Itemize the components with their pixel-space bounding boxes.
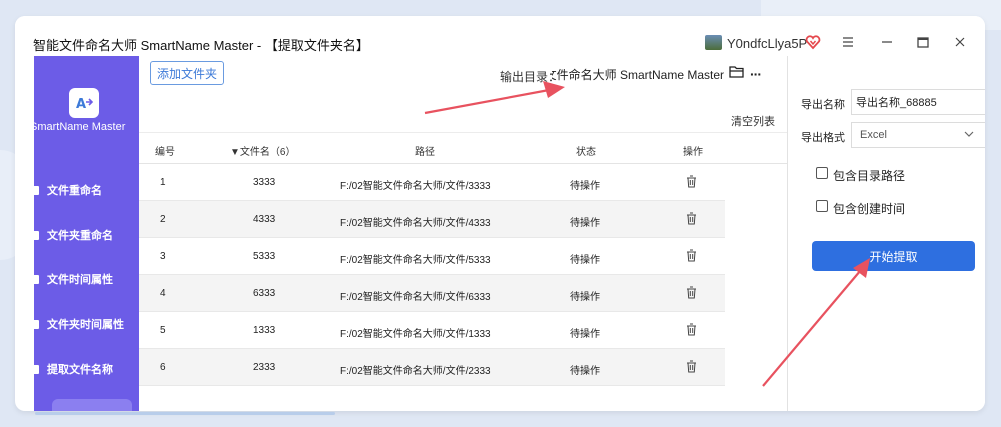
row-filename: 4333 <box>253 214 276 225</box>
user-avatar[interactable] <box>705 35 722 50</box>
row-index: 6 <box>160 362 166 373</box>
trash-icon[interactable] <box>686 323 697 336</box>
row-filename: 5333 <box>253 251 276 262</box>
row-status: 待操作 <box>570 292 600 303</box>
row-status: 待操作 <box>570 366 600 377</box>
header-status: 状态 <box>576 147 596 158</box>
row-index: 4 <box>160 288 166 299</box>
sidebar-item-folder-rename[interactable]: 文件夹重命名 <box>34 220 139 250</box>
sidebar-item-extract-name[interactable]: 提取文件名称 <box>34 354 139 384</box>
row-path: F:/02智能文件命名大师/文件/4333 <box>340 218 491 229</box>
export-settings-panel: 导出名称 导出名称_68885 导出格式 Excel 包含目录路径 包含创建时间… <box>787 56 985 411</box>
trash-icon[interactable] <box>686 286 697 299</box>
table-row[interactable]: 6 2333 F:/02智能文件命名大师/文件/2333 待操作 <box>139 349 725 386</box>
file-icon <box>34 185 39 195</box>
row-status: 待操作 <box>570 218 600 229</box>
title-bar: 智能文件命名大师 SmartName Master - 【提取文件夹名】 Y0n… <box>15 16 985 56</box>
row-path: F:/02智能文件命名大师/文件/3333 <box>340 181 491 192</box>
trash-icon[interactable] <box>686 212 697 225</box>
app-logo-icon: A <box>69 88 99 118</box>
export-name-value: 导出名称_68885 <box>856 97 937 109</box>
user-name[interactable]: Y0ndfcLlya5P <box>727 36 807 51</box>
header-action: 操作 <box>683 147 703 158</box>
export-format-label: 导出格式 <box>801 132 845 144</box>
trash-icon[interactable] <box>686 360 697 373</box>
row-path: F:/02智能文件命名大师/文件/2333 <box>340 366 491 377</box>
clock-icon <box>34 319 39 329</box>
row-index: 3 <box>160 251 166 262</box>
app-window: 智能文件命名大师 SmartName Master - 【提取文件夹名】 Y0n… <box>15 16 985 411</box>
export-format-value: Excel <box>860 129 887 141</box>
trash-icon[interactable] <box>686 249 697 262</box>
row-path: F:/02智能文件命名大师/文件/5333 <box>340 255 491 266</box>
export-name-label: 导出名称 <box>801 99 845 111</box>
trash-icon[interactable] <box>686 175 697 188</box>
sidebar-item-file-time[interactable]: 文件时间属性 <box>34 264 139 294</box>
table-row[interactable]: 2 4333 F:/02智能文件命名大师/文件/4333 待操作 <box>139 201 725 238</box>
header-filename[interactable]: ▼文件名（6） <box>230 143 295 158</box>
include-create-time-label[interactable]: 包含创建时间 <box>833 200 905 217</box>
row-filename: 1333 <box>253 325 276 336</box>
header-index: 编号 <box>155 147 175 158</box>
sort-down-icon: ▼ <box>230 147 240 158</box>
row-filename: 3333 <box>253 177 276 188</box>
row-status: 待操作 <box>570 329 600 340</box>
sidebar-highlight <box>52 399 132 411</box>
row-index: 5 <box>160 325 166 336</box>
clear-list-button[interactable]: 清空列表 <box>731 113 775 129</box>
sidebar-item-label: 文件夹时间属性 <box>47 319 124 331</box>
row-filename: 6333 <box>253 288 276 299</box>
table-row[interactable]: 3 5333 F:/02智能文件命名大师/文件/5333 待操作 <box>139 238 725 275</box>
row-index: 1 <box>160 177 166 188</box>
menu-icon[interactable] <box>836 30 860 54</box>
output-dir-field[interactable]: 能文件命名大师 SmartName Master <box>552 63 724 85</box>
export-name-input[interactable]: 导出名称_68885 <box>851 89 985 115</box>
folder-icon <box>34 230 39 240</box>
header-filename-label: 文件名（6） <box>239 147 296 158</box>
window-shadow-line <box>35 412 335 415</box>
include-create-time-checkbox[interactable] <box>816 200 828 212</box>
output-dir-label: 输出目录： <box>500 70 561 84</box>
clock-icon <box>34 274 39 284</box>
row-status: 待操作 <box>570 181 600 192</box>
svg-text:A: A <box>76 97 86 112</box>
vip-heart-icon[interactable] <box>805 34 821 50</box>
include-dir-path-label[interactable]: 包含目录路径 <box>833 167 905 184</box>
more-icon[interactable]: ··· <box>750 66 762 82</box>
sidebar-item-folder-time[interactable]: 文件夹时间属性 <box>34 309 139 339</box>
main-content: 添加文件夹 输出目录： 能文件命名大师 SmartName Master ···… <box>139 56 787 411</box>
start-extract-button[interactable]: 开始提取 <box>812 241 975 271</box>
close-icon[interactable] <box>948 30 972 54</box>
window-title: 智能文件命名大师 SmartName Master - 【提取文件夹名】 <box>33 38 369 53</box>
maximize-icon[interactable] <box>911 30 935 54</box>
row-status: 待操作 <box>570 255 600 266</box>
output-dir-value: 能文件命名大师 SmartName Master <box>552 67 724 82</box>
sidebar: A SmartName Master 文件重命名 文件夹重命名 文件时间属性 文… <box>34 56 139 411</box>
row-index: 2 <box>160 214 166 225</box>
folder-open-icon[interactable] <box>729 65 745 79</box>
export-format-select[interactable]: Excel <box>851 122 985 148</box>
sidebar-item-label: 文件时间属性 <box>47 274 113 286</box>
header-path: 路径 <box>415 147 435 158</box>
include-dir-path-checkbox[interactable] <box>816 167 828 179</box>
minimize-icon[interactable] <box>875 30 899 54</box>
table-row[interactable]: 1 3333 F:/02智能文件命名大师/文件/3333 待操作 <box>139 164 725 201</box>
add-folder-button[interactable]: 添加文件夹 <box>150 61 224 85</box>
row-filename: 2333 <box>253 362 276 373</box>
extract-icon <box>34 364 39 374</box>
row-path: F:/02智能文件命名大师/文件/1333 <box>340 329 491 340</box>
table-row[interactable]: 5 1333 F:/02智能文件命名大师/文件/1333 待操作 <box>139 312 725 349</box>
sidebar-item-file-rename[interactable]: 文件重命名 <box>34 175 139 205</box>
sidebar-item-label: 文件重命名 <box>47 185 102 197</box>
sidebar-item-label: 文件夹重命名 <box>47 230 113 242</box>
app-name: SmartName Master <box>34 121 126 133</box>
sidebar-item-label: 提取文件名称 <box>47 364 113 376</box>
row-path: F:/02智能文件命名大师/文件/6333 <box>340 292 491 303</box>
chevron-down-icon <box>964 131 974 137</box>
table-header: 编号 ▼文件名（6） 路径 状态 操作 <box>139 132 787 164</box>
table-row[interactable]: 4 6333 F:/02智能文件命名大师/文件/6333 待操作 <box>139 275 725 312</box>
